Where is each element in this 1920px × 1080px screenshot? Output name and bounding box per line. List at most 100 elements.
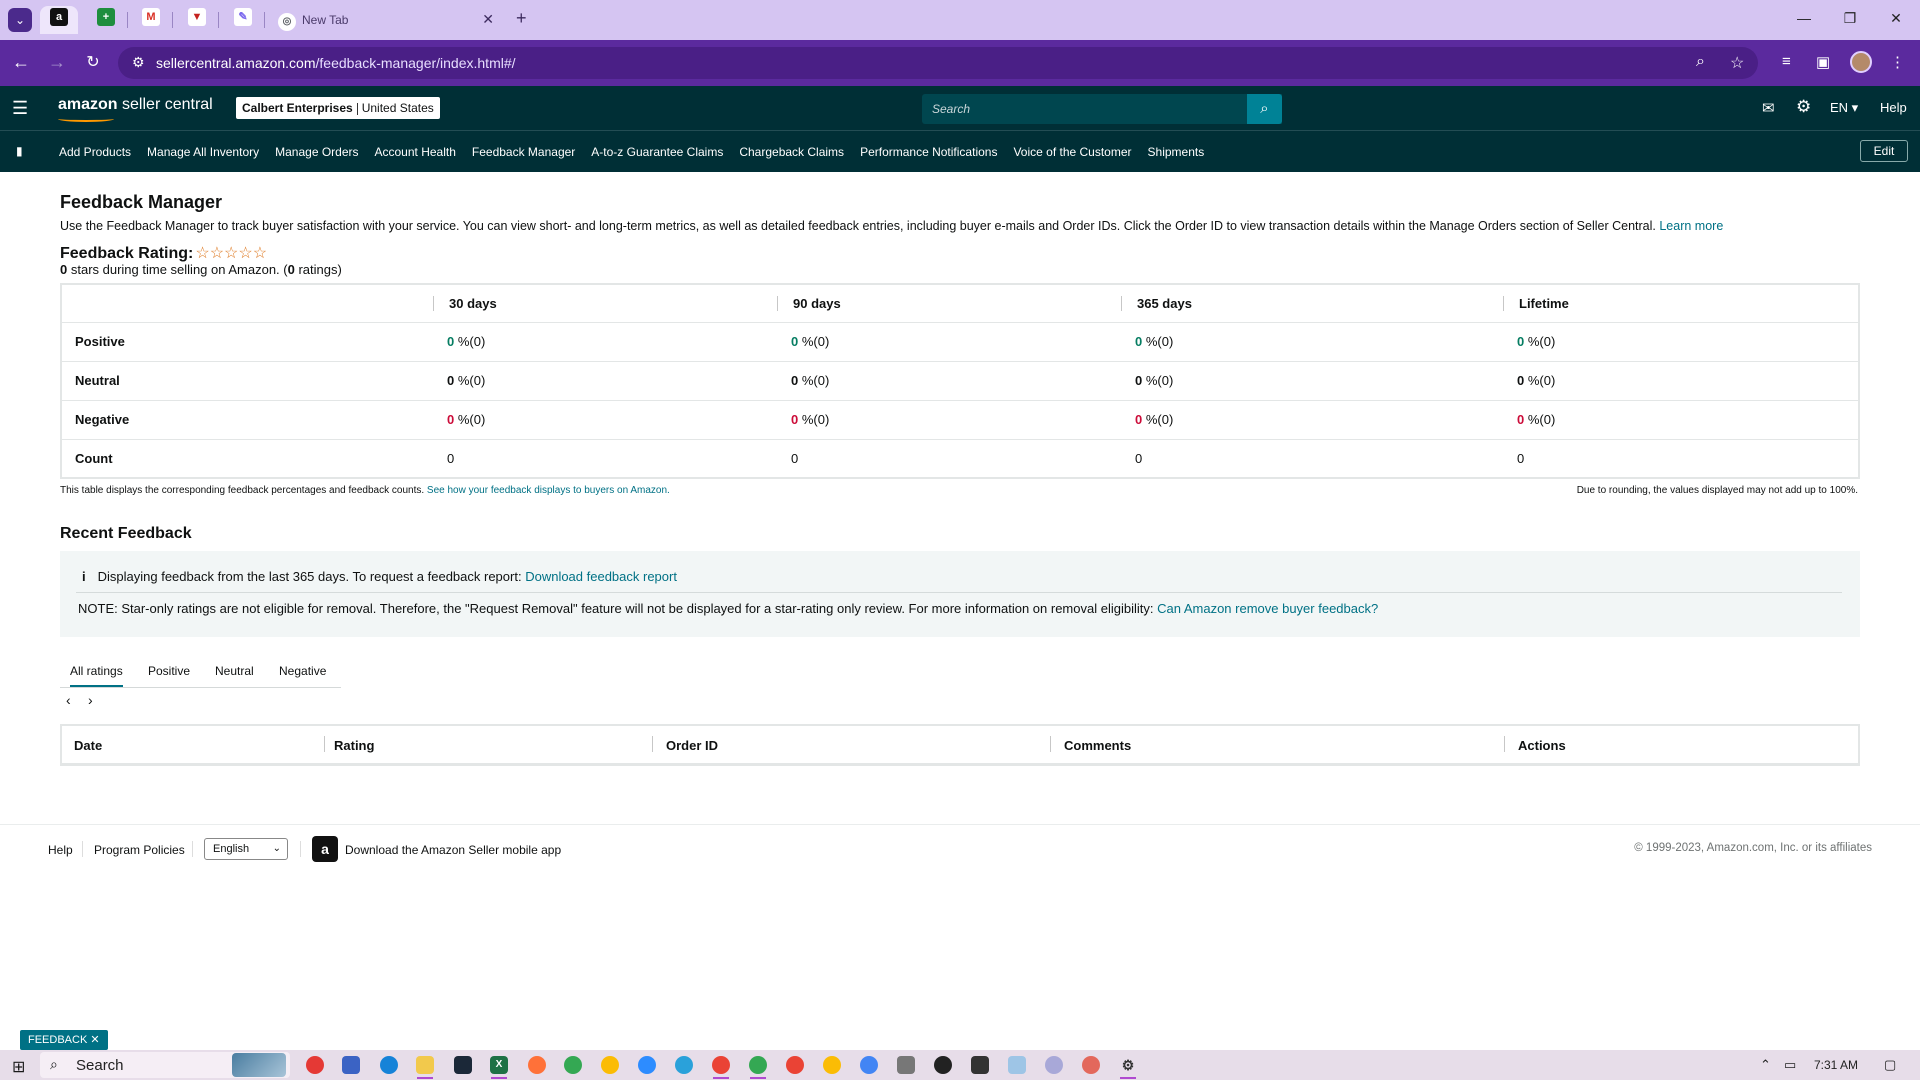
clickup-icon[interactable]: ✎ bbox=[234, 8, 252, 26]
site-info-icon[interactable]: ⚙ bbox=[132, 54, 145, 71]
firefox-icon[interactable] bbox=[528, 1056, 546, 1074]
media-queue-icon[interactable]: ≡ bbox=[1782, 53, 1791, 70]
bookmark-star-icon[interactable]: ☆ bbox=[1730, 53, 1744, 73]
close-icon[interactable]: ✕ bbox=[90, 1034, 99, 1046]
windows-start-icon[interactable]: ⊞ bbox=[12, 1057, 25, 1077]
learn-more-link[interactable]: Learn more bbox=[1659, 219, 1723, 233]
paint-icon[interactable] bbox=[1082, 1056, 1100, 1074]
sheets-icon[interactable]: + bbox=[97, 8, 115, 26]
edge-icon[interactable] bbox=[380, 1056, 398, 1074]
excel-icon[interactable]: X bbox=[490, 1056, 508, 1074]
tab-negative[interactable]: Negative bbox=[279, 664, 326, 678]
chrome-icon[interactable] bbox=[860, 1056, 878, 1074]
back-icon[interactable]: ← bbox=[10, 52, 32, 73]
kebab-menu-icon[interactable]: ⋮ bbox=[1890, 53, 1905, 71]
chrome-icon[interactable] bbox=[564, 1056, 582, 1074]
settings-gear-icon[interactable]: ⚙ bbox=[1119, 1056, 1137, 1074]
taskbar-search[interactable]: ⌕ Search bbox=[40, 1052, 290, 1078]
column-header[interactable]: Actions bbox=[1518, 738, 1566, 753]
tab-new-tab[interactable]: ◎ New Tab ✕ bbox=[268, 6, 504, 34]
nav-shipments[interactable]: Shipments bbox=[1148, 145, 1205, 159]
tab-amazon[interactable]: a bbox=[40, 6, 78, 34]
footer-language-select[interactable]: English ⌄ bbox=[204, 838, 288, 860]
restore-icon[interactable]: ❐ bbox=[1838, 10, 1862, 27]
snipping-tool-icon[interactable] bbox=[1045, 1056, 1063, 1074]
file-explorer-icon[interactable] bbox=[416, 1056, 434, 1074]
reload-icon[interactable]: ↻ bbox=[82, 52, 104, 72]
gmail-icon[interactable]: M bbox=[142, 8, 160, 26]
mail-icon[interactable]: ✉ bbox=[1762, 99, 1775, 117]
search-field[interactable] bbox=[922, 94, 1282, 124]
download-report-link[interactable]: Download feedback report bbox=[525, 569, 677, 584]
zoom-icon[interactable]: ⌕ bbox=[1696, 53, 1705, 71]
notification-icon[interactable]: ▢ bbox=[1884, 1057, 1896, 1073]
store-icon[interactable] bbox=[342, 1056, 360, 1074]
tray-chevron-up-icon[interactable]: ⌃ bbox=[1760, 1057, 1771, 1073]
new-tab-plus-icon[interactable]: + bbox=[516, 8, 527, 29]
search-input[interactable] bbox=[922, 94, 1282, 124]
column-header[interactable]: Order ID bbox=[666, 738, 718, 753]
zoom-app-icon[interactable] bbox=[638, 1056, 656, 1074]
store-picker[interactable]: Calbert Enterprises United States bbox=[236, 97, 440, 119]
nav-a-to-z-claims[interactable]: A-to-z Guarantee Claims bbox=[591, 145, 723, 159]
column-header[interactable]: Rating bbox=[334, 738, 374, 753]
tab-all-ratings[interactable]: All ratings bbox=[70, 664, 123, 687]
nav-voice-of-customer[interactable]: Voice of the Customer bbox=[1013, 145, 1131, 159]
column-header: 365 days bbox=[1121, 295, 1503, 311]
address-bar[interactable]: ⚙ sellercentral.amazon.com/feedback-mana… bbox=[118, 47, 1758, 79]
forward-icon[interactable]: → bbox=[46, 52, 68, 73]
nav-chargeback-claims[interactable]: Chargeback Claims bbox=[739, 145, 844, 159]
edit-nav-button[interactable]: Edit bbox=[1860, 140, 1908, 162]
bookmark-icon[interactable]: ▮ bbox=[16, 144, 23, 158]
program-policies-link[interactable]: Program Policies bbox=[94, 843, 185, 857]
remove-feedback-link[interactable]: Can Amazon remove buyer feedback? bbox=[1157, 601, 1378, 616]
table-footnote: This table displays the corresponding fe… bbox=[60, 485, 1858, 496]
calculator-icon[interactable] bbox=[897, 1056, 915, 1074]
github-icon[interactable] bbox=[934, 1056, 952, 1074]
minimize-icon[interactable]: — bbox=[1792, 10, 1816, 26]
nav-manage-orders[interactable]: Manage Orders bbox=[275, 145, 358, 159]
download-app-link[interactable]: Download the Amazon Seller mobile app bbox=[345, 843, 561, 857]
taskbar-clock[interactable]: 7:31 AM bbox=[1814, 1058, 1858, 1072]
tab-search-chevron-icon[interactable]: ⌄ bbox=[8, 8, 32, 32]
close-window-icon[interactable]: ✕ bbox=[1884, 10, 1908, 27]
footer-help-link[interactable]: Help bbox=[48, 843, 73, 857]
column-header[interactable]: Comments bbox=[1064, 738, 1131, 753]
app-icon-red[interactable] bbox=[306, 1056, 324, 1074]
chrome-icon[interactable] bbox=[786, 1056, 804, 1074]
help-link[interactable]: Help bbox=[1880, 100, 1907, 115]
sticky-app-icon[interactable] bbox=[971, 1056, 989, 1074]
battery-icon[interactable]: ▭ bbox=[1784, 1057, 1796, 1073]
tab-positive[interactable]: Positive bbox=[148, 664, 190, 678]
seller-app-icon[interactable]: a bbox=[312, 836, 338, 862]
nav-feedback-manager[interactable]: Feedback Manager bbox=[472, 145, 575, 159]
search-button[interactable]: ⌕ bbox=[1247, 94, 1282, 124]
divider bbox=[192, 841, 193, 857]
seller-central-logo[interactable]: amazon seller central bbox=[58, 96, 213, 122]
language-selector[interactable]: EN ▾ bbox=[1830, 100, 1858, 116]
nav-performance-notifications[interactable]: Performance Notifications bbox=[860, 145, 997, 159]
nav-account-health[interactable]: Account Health bbox=[375, 145, 456, 159]
side-panel-icon[interactable]: ▣ bbox=[1816, 53, 1830, 71]
nav-manage-all-inventory[interactable]: Manage All Inventory bbox=[147, 145, 259, 159]
tab-neutral[interactable]: Neutral bbox=[215, 664, 254, 678]
feedback-display-link[interactable]: See how your feedback displays to buyers… bbox=[427, 485, 670, 496]
column-divider bbox=[1504, 736, 1505, 752]
chevron-left-icon[interactable]: ‹ bbox=[66, 692, 71, 708]
chrome-icon[interactable] bbox=[749, 1056, 767, 1074]
chrome-icon[interactable] bbox=[712, 1056, 730, 1074]
shield-icon[interactable]: ▼ bbox=[188, 8, 206, 26]
hamburger-menu-icon[interactable]: ☰ bbox=[12, 98, 28, 119]
feedback-tab-button[interactable]: FEEDBACK ✕ bbox=[20, 1030, 108, 1050]
gear-icon[interactable]: ⚙ bbox=[1796, 97, 1811, 117]
chrome-icon[interactable] bbox=[823, 1056, 841, 1074]
notepad-icon[interactable] bbox=[1008, 1056, 1026, 1074]
chrome-icon[interactable] bbox=[601, 1056, 619, 1074]
telegram-icon[interactable] bbox=[675, 1056, 693, 1074]
column-header[interactable]: Date bbox=[74, 738, 102, 753]
close-icon[interactable]: ✕ bbox=[482, 11, 494, 28]
chevron-right-icon[interactable]: › bbox=[88, 692, 93, 708]
profile-avatar[interactable] bbox=[1850, 51, 1872, 73]
nav-add-products[interactable]: Add Products bbox=[59, 145, 131, 159]
steam-icon[interactable] bbox=[454, 1056, 472, 1074]
